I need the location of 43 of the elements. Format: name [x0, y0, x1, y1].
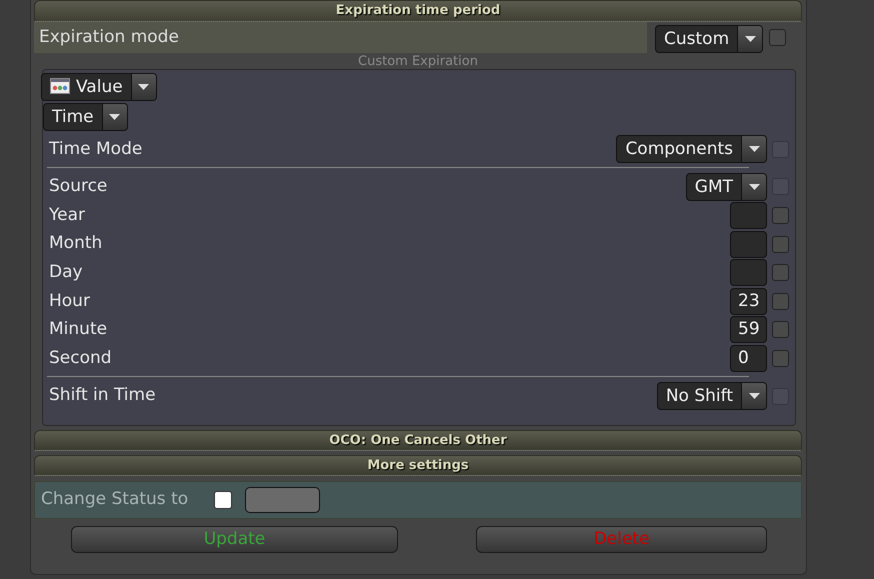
section-header[interactable]: More settings	[34, 455, 802, 476]
field-label: Expiration mode	[34, 22, 647, 53]
field-label: Year	[49, 204, 85, 227]
field-label: Second	[49, 346, 112, 370]
dropdown[interactable]: GMT	[686, 172, 767, 201]
number-field[interactable]	[730, 259, 767, 286]
field-label: Shift in Time	[49, 384, 156, 408]
section-header[interactable]: OCO: One Cancels Other	[34, 430, 802, 451]
dropdown[interactable]: Value	[41, 73, 157, 101]
caret-icon	[109, 114, 120, 120]
checkbox[interactable]	[772, 206, 789, 224]
number-field[interactable]	[730, 202, 767, 229]
window-icon	[50, 78, 70, 94]
checkbox[interactable]	[769, 29, 786, 46]
field-label: Source	[49, 175, 108, 198]
checkbox[interactable]	[214, 491, 232, 509]
number-field[interactable]	[730, 230, 767, 258]
field-label: Change Status to	[41, 488, 188, 512]
number-field[interactable]: 0	[730, 344, 767, 372]
caret-icon	[748, 146, 760, 152]
dropdown[interactable]: Components	[616, 135, 767, 164]
checkbox[interactable]	[772, 350, 789, 367]
dropdown[interactable]: No Shift	[656, 382, 767, 410]
field-label: Day	[49, 260, 83, 284]
caret-icon	[748, 393, 760, 400]
checkbox[interactable]	[772, 236, 789, 253]
field-label: Time Mode	[49, 138, 142, 161]
dropdown[interactable]: Time	[43, 103, 128, 131]
number-field[interactable]: 59	[730, 316, 767, 344]
caret-icon	[138, 84, 150, 90]
caret-icon	[744, 36, 756, 42]
checkbox[interactable]	[772, 321, 789, 338]
field-label: Month	[49, 232, 102, 256]
group-caption: Custom Expiration	[357, 54, 479, 69]
checkbox[interactable]	[772, 292, 789, 310]
dropdown[interactable]: Custom	[655, 24, 764, 52]
field-label: Hour	[49, 290, 90, 313]
checkbox[interactable]	[772, 264, 789, 282]
field-label: Minute	[49, 318, 108, 342]
status-field[interactable]	[245, 487, 320, 513]
section-header[interactable]: Expiration time period	[34, 0, 802, 22]
caret-icon	[748, 184, 760, 190]
number-field[interactable]: 23	[730, 288, 767, 315]
